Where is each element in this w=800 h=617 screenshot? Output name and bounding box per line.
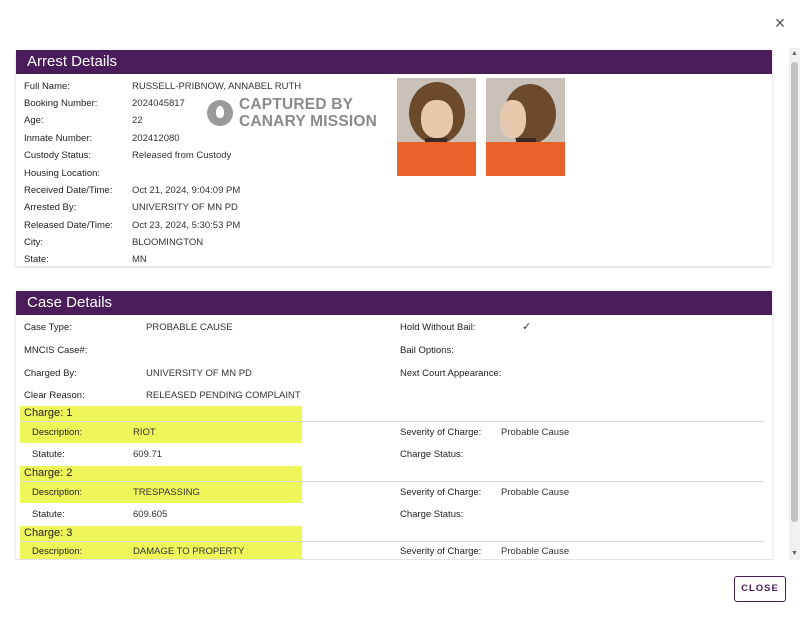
- charge-2-statute-label: Statute:: [32, 509, 65, 520]
- age-label: Age:: [24, 115, 44, 126]
- charge-1-severity-label: Severity of Charge:: [400, 427, 482, 438]
- case-details-title: Case Details: [16, 291, 772, 315]
- charge-3-severity-label: Severity of Charge:: [400, 546, 482, 557]
- close-icon[interactable]: ×: [771, 14, 789, 32]
- booking-number-value: 2024045817: [132, 98, 185, 109]
- state-label: State:: [24, 254, 49, 265]
- state-value: MN: [132, 254, 147, 265]
- age-value: 22: [132, 115, 143, 126]
- city-label: City:: [24, 237, 43, 248]
- charge-1-statute-value: 609.71: [133, 449, 163, 460]
- dialog-content[interactable]: Arrest Details Full Name: RUSSELL-PRIBNO…: [0, 48, 800, 560]
- charged-by-label: Charged By:: [24, 368, 77, 379]
- inmate-number-value: 202412080: [132, 133, 180, 144]
- charge-2-statute-value: 609.605: [133, 509, 168, 520]
- case-details-card: Case Details Case Type: PROBABLE CAUSE M…: [16, 291, 772, 559]
- charge-1-description-value: RIOT: [133, 427, 156, 438]
- charged-by-value: UNIVERSITY OF MN PD: [146, 368, 252, 379]
- released-datetime-value: Oct 23, 2024, 5:30:53 PM: [132, 220, 241, 231]
- full-name-value: RUSSELL-PRIBNOW, ANNABEL RUTH: [132, 81, 302, 92]
- charge-3-description-value: DAMAGE TO PROPERTY: [133, 546, 245, 557]
- scrollbar-thumb[interactable]: [791, 62, 798, 522]
- charge-1-status-label: Charge Status:: [400, 449, 464, 460]
- watermark-line-2: CANARY MISSION: [239, 113, 378, 130]
- charge-2-severity-value: Probable Cause: [501, 487, 570, 498]
- charge-1-statute-label: Statute:: [32, 449, 65, 460]
- charge-3-severity-value: Probable Cause: [501, 546, 570, 557]
- next-court-appearance-label: Next Court Appearance:: [400, 368, 502, 379]
- canary-logo-icon: [207, 100, 233, 126]
- arrest-details-title: Arrest Details: [16, 50, 772, 74]
- clear-reason-label: Clear Reason:: [24, 390, 85, 401]
- charge-2-description-label: Description:: [32, 487, 83, 498]
- charge-3-description-label: Description:: [32, 546, 83, 557]
- charge-2-status-label: Charge Status:: [400, 509, 464, 520]
- mncis-case-label: MNCIS Case#:: [24, 345, 88, 356]
- received-datetime-label: Received Date/Time:: [24, 185, 113, 196]
- city-value: BLOOMINGTON: [132, 237, 204, 248]
- arrested-by-value: UNIVERSITY OF MN PD: [132, 202, 238, 213]
- case-type-label: Case Type:: [24, 322, 72, 333]
- received-datetime-value: Oct 21, 2024, 9:04:09 PM: [132, 185, 241, 196]
- charge-3-title: Charge: 3: [24, 527, 73, 539]
- full-name-label: Full Name:: [24, 81, 70, 92]
- vertical-scrollbar[interactable]: ▲ ▼: [789, 48, 800, 560]
- mugshot-front: [397, 78, 476, 176]
- charge-2-description-value: TRESPASSING: [133, 487, 200, 498]
- checkmark-icon: ✓: [522, 321, 532, 333]
- scroll-down-icon[interactable]: ▼: [789, 548, 800, 560]
- housing-location-label: Housing Location:: [24, 168, 101, 179]
- charge-1-title: Charge: 1: [24, 407, 73, 419]
- watermark-line-1: CAPTURED BY: [239, 96, 354, 113]
- released-datetime-label: Released Date/Time:: [24, 220, 113, 231]
- charge-2-severity-label: Severity of Charge:: [400, 487, 482, 498]
- charge-1-severity-value: Probable Cause: [501, 427, 570, 438]
- custody-status-value: Released from Custody: [132, 150, 232, 161]
- charge-1-description-label: Description:: [32, 427, 83, 438]
- bail-options-label: Bail Options:: [400, 345, 454, 356]
- charge-2-title: Charge: 2: [24, 467, 73, 479]
- mugshot-profile: [486, 78, 565, 176]
- arrested-by-label: Arrested By:: [24, 202, 77, 213]
- arrest-record-dialog: × Arrest Details Full Name: RUSSELL-PRIB…: [0, 0, 800, 617]
- arrest-details-card: Arrest Details Full Name: RUSSELL-PRIBNO…: [16, 50, 772, 266]
- clear-reason-value: RELEASED PENDING COMPLAINT: [146, 390, 301, 401]
- custody-status-label: Custody Status:: [24, 150, 92, 161]
- case-type-value: PROBABLE CAUSE: [146, 322, 233, 333]
- scroll-up-icon[interactable]: ▲: [789, 48, 800, 60]
- inmate-number-label: Inmate Number:: [24, 133, 93, 144]
- booking-number-label: Booking Number:: [24, 98, 98, 109]
- hold-without-bail-label: Hold Without Bail:: [400, 322, 476, 333]
- watermark: CAPTURED BY CANARY MISSION: [207, 96, 407, 136]
- close-button[interactable]: CLOSE: [734, 576, 786, 602]
